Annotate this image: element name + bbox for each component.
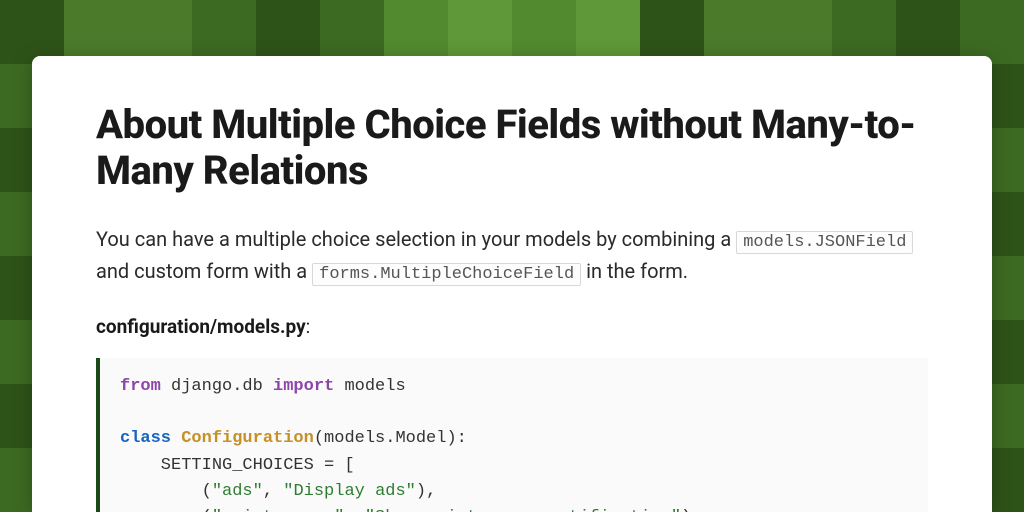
article-title: About Multiple Choice Fields without Man… — [96, 102, 928, 194]
code-mod2: models — [334, 377, 405, 396]
intro-text-3: in the form. — [581, 259, 688, 283]
kw-import: import — [273, 377, 334, 396]
choice1-val: "Display ads" — [283, 482, 416, 501]
code-filename: configuration/models.py: — [96, 315, 928, 338]
intro-text-2: and custom form with a — [96, 259, 312, 283]
choice1-key: "ads" — [212, 482, 263, 501]
setting-choices-line: SETTING_CHOICES = [ — [120, 456, 355, 475]
choice1-sep: , — [263, 482, 283, 501]
class-name: Configuration — [181, 429, 314, 448]
filename-colon: : — [306, 315, 311, 338]
kw-from: from — [120, 377, 161, 396]
code-block: from django.db import models class Confi… — [96, 358, 928, 512]
choice2-sep: , — [344, 508, 364, 512]
kw-class: class — [120, 429, 171, 448]
choice1-open: ( — [120, 482, 212, 501]
article-card: About Multiple Choice Fields without Man… — [32, 56, 992, 512]
choice2-key: "maintenance" — [212, 508, 345, 512]
intro-paragraph: You can have a multiple choice selection… — [96, 224, 928, 289]
choice2-close: ), — [681, 508, 701, 512]
intro-text-1: You can have a multiple choice selection… — [96, 227, 736, 251]
inline-code-jsonfield: models.JSONField — [736, 231, 913, 254]
choice2-open: ( — [120, 508, 212, 512]
filename-text: configuration/models.py — [96, 315, 306, 338]
inline-code-multiplechoicefield: forms.MultipleChoiceField — [312, 263, 581, 286]
class-base: (models.Model): — [314, 429, 467, 448]
choice2-val: "Show maintenance notification" — [365, 508, 681, 512]
code-mod1: django.db — [161, 377, 273, 396]
choice1-close: ), — [416, 482, 436, 501]
